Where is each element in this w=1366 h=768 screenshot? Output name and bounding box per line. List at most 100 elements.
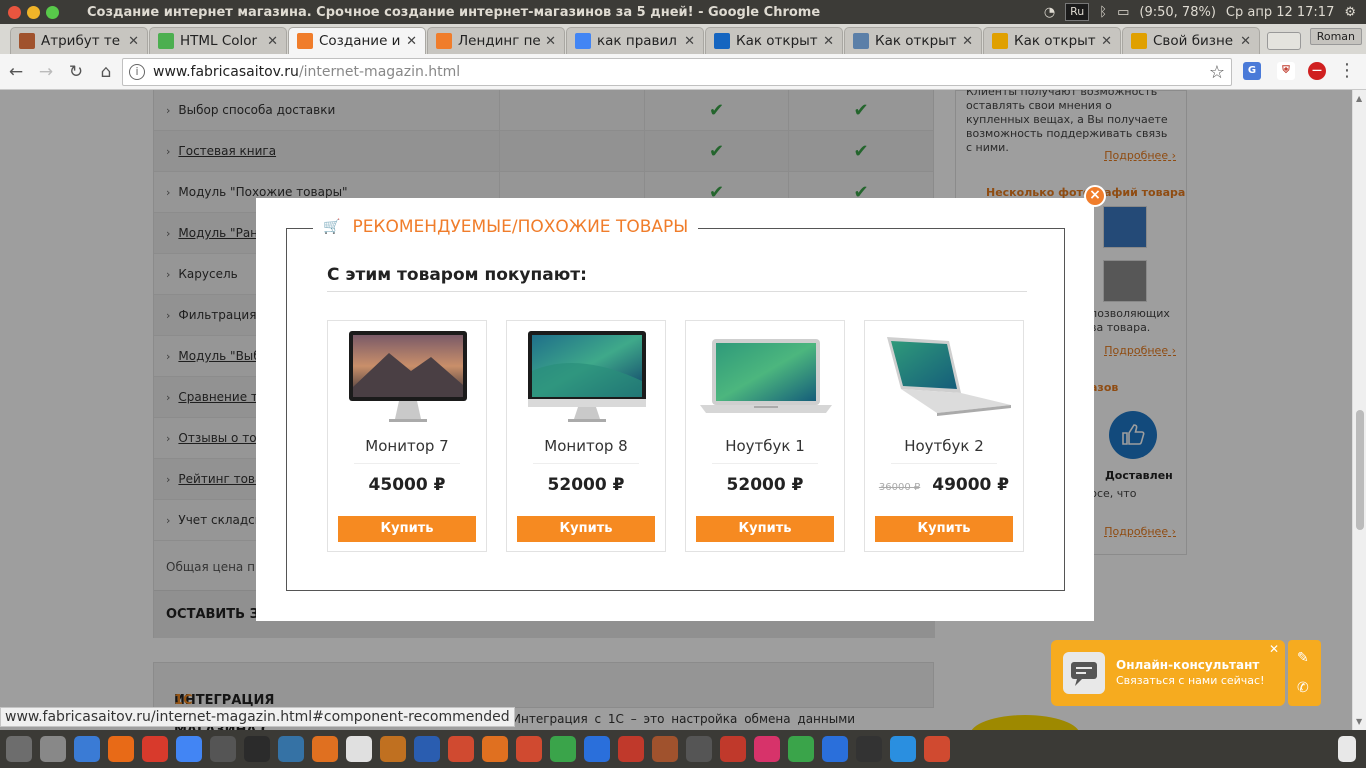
- taskbar-app-icon[interactable]: [40, 736, 66, 762]
- taskbar-app-icon[interactable]: [142, 736, 168, 762]
- close-tab-icon[interactable]: ✕: [1101, 34, 1112, 49]
- keyboard-layout-indicator[interactable]: Ru: [1065, 3, 1090, 21]
- minimize-window-button[interactable]: [27, 5, 40, 19]
- scroll-down-icon[interactable]: ▼: [1356, 717, 1362, 726]
- product-name[interactable]: Ноутбук 1: [686, 437, 844, 455]
- google-icon: [575, 33, 591, 49]
- taskbar-app-icon[interactable]: [244, 736, 270, 762]
- taskbar-app-icon[interactable]: [312, 736, 338, 762]
- close-tab-icon[interactable]: ✕: [684, 34, 695, 49]
- scrollbar-thumb[interactable]: [1356, 410, 1364, 530]
- taskbar-app-icon[interactable]: [176, 736, 202, 762]
- close-modal-icon[interactable]: ×: [1084, 185, 1106, 207]
- divider: [712, 463, 818, 464]
- taskbar-app-icon[interactable]: [686, 736, 712, 762]
- close-tab-icon[interactable]: ✕: [962, 34, 973, 49]
- buy-button[interactable]: Купить: [696, 516, 834, 542]
- window-title: Создание интернет магазина. Срочное созд…: [87, 4, 821, 20]
- taskbar-app-icon[interactable]: [414, 736, 440, 762]
- clock[interactable]: Ср апр 12 17:17: [1226, 5, 1334, 20]
- tab-label: Как открыт: [875, 33, 957, 49]
- taskbar-app-icon[interactable]: [380, 736, 406, 762]
- product-image[interactable]: [340, 331, 476, 423]
- close-tab-icon[interactable]: ✕: [267, 34, 278, 49]
- scroll-up-icon[interactable]: ▲: [1356, 94, 1362, 103]
- taskbar-app-icon[interactable]: [482, 736, 508, 762]
- close-tab-icon[interactable]: ✕: [823, 34, 834, 49]
- adblock-extension-icon[interactable]: —: [1308, 62, 1326, 80]
- taskbar-app-icon[interactable]: [448, 736, 474, 762]
- close-tab-icon[interactable]: ✕: [1240, 34, 1251, 49]
- browser-tab[interactable]: Создание и ✕: [288, 27, 426, 54]
- bookmark-star-icon[interactable]: ☆: [1209, 62, 1225, 83]
- taskbar-app-icon[interactable]: [924, 736, 950, 762]
- product-name[interactable]: Монитор 8: [507, 437, 665, 455]
- taskbar-app-icon[interactable]: [74, 736, 100, 762]
- phone-icon[interactable]: ✆: [1297, 680, 1309, 696]
- trash-icon[interactable]: [1338, 736, 1356, 762]
- taskbar-app-icon[interactable]: [6, 736, 32, 762]
- taskbar-app-icon[interactable]: [108, 736, 134, 762]
- browser-tab[interactable]: Свой бизне ✕: [1122, 27, 1260, 54]
- close-tab-icon[interactable]: ✕: [406, 34, 417, 49]
- translate-extension-icon[interactable]: G: [1243, 62, 1261, 80]
- shield-extension-icon[interactable]: ⛨: [1277, 62, 1295, 80]
- battery-status[interactable]: (9:50, 78%): [1139, 5, 1216, 20]
- buy-button[interactable]: Купить: [517, 516, 655, 542]
- bluetooth-icon[interactable]: ᛒ: [1099, 5, 1107, 20]
- product-name[interactable]: Монитор 7: [328, 437, 486, 455]
- menu-kebab-icon[interactable]: ⋮: [1338, 62, 1356, 80]
- taskbar-app-icon[interactable]: [652, 736, 678, 762]
- buy-button[interactable]: Купить: [875, 516, 1013, 542]
- close-tab-icon[interactable]: ✕: [545, 34, 556, 49]
- taskbar-app-icon[interactable]: [550, 736, 576, 762]
- buy-button[interactable]: Купить: [338, 516, 476, 542]
- browser-tab[interactable]: HTML Color ✕: [149, 27, 287, 54]
- info-icon[interactable]: i: [129, 64, 145, 80]
- taskbar-app-icon[interactable]: [788, 736, 814, 762]
- taskbar-app-icon[interactable]: [720, 736, 746, 762]
- online-consultant-widget[interactable]: Онлайн-консультант Связаться с нами сейч…: [1051, 640, 1285, 706]
- browser-tab[interactable]: как правил ✕: [566, 27, 704, 54]
- edit-icon[interactable]: ✎: [1297, 650, 1309, 666]
- taskbar-app-icon[interactable]: [618, 736, 644, 762]
- browser-tab[interactable]: Как открыт ✕: [983, 27, 1121, 54]
- close-window-button[interactable]: [8, 5, 21, 19]
- browser-tab[interactable]: Лендинг пе ✕: [427, 27, 565, 54]
- taskbar-app-icon[interactable]: [890, 736, 916, 762]
- reload-icon[interactable]: ↻: [62, 62, 90, 82]
- taskbar-app-icon[interactable]: [346, 736, 372, 762]
- product-image[interactable]: [698, 331, 834, 423]
- browser-tab[interactable]: Атрибут те ✕: [10, 27, 148, 54]
- taskbar-app-icon[interactable]: [754, 736, 780, 762]
- product-card: Ноутбук 2 36000 ₽ 49000 ₽ Купить: [864, 320, 1024, 552]
- recommended-fieldset: 🛒 РЕКОМЕНДУЕМЫЕ/ПОХОЖИЕ ТОВАРЫ С этим то…: [286, 217, 1065, 591]
- taskbar-app-icon[interactable]: [856, 736, 882, 762]
- address-bar[interactable]: i www.fabricasaitov.ru/internet-magazin.…: [122, 58, 1232, 86]
- modal-subtitle: С этим товаром покупают:: [327, 265, 1027, 292]
- profile-button[interactable]: Roman: [1309, 28, 1362, 45]
- browser-tab[interactable]: Как открыт ✕: [705, 27, 843, 54]
- product-name[interactable]: Ноутбук 2: [865, 437, 1023, 455]
- battery-icon[interactable]: ▭: [1117, 5, 1129, 20]
- taskbar-app-icon[interactable]: [584, 736, 610, 762]
- close-consultant-icon[interactable]: ✕: [1269, 642, 1279, 656]
- color-icon: [158, 33, 174, 49]
- vertical-scrollbar[interactable]: ▲ ▼: [1352, 90, 1366, 730]
- gear-icon[interactable]: ⚙: [1344, 5, 1356, 20]
- taskbar-app-icon[interactable]: [516, 736, 542, 762]
- wifi-icon[interactable]: ◔: [1044, 5, 1055, 20]
- forward-icon[interactable]: →: [32, 62, 60, 82]
- back-icon[interactable]: ←: [2, 62, 30, 82]
- product-image[interactable]: [519, 331, 655, 423]
- taskbar-app-icon[interactable]: [822, 736, 848, 762]
- product-image[interactable]: [877, 331, 1013, 423]
- maximize-window-button[interactable]: [46, 5, 59, 19]
- browser-tab[interactable]: Как открыт ✕: [844, 27, 982, 54]
- home-icon[interactable]: ⌂: [92, 62, 120, 82]
- taskbar-app-icon[interactable]: [210, 736, 236, 762]
- close-tab-icon[interactable]: ✕: [128, 34, 139, 49]
- taskbar-app-icon[interactable]: [278, 736, 304, 762]
- new-tab-button[interactable]: [1267, 32, 1301, 50]
- system-top-bar: Создание интернет магазина. Срочное созд…: [0, 0, 1366, 24]
